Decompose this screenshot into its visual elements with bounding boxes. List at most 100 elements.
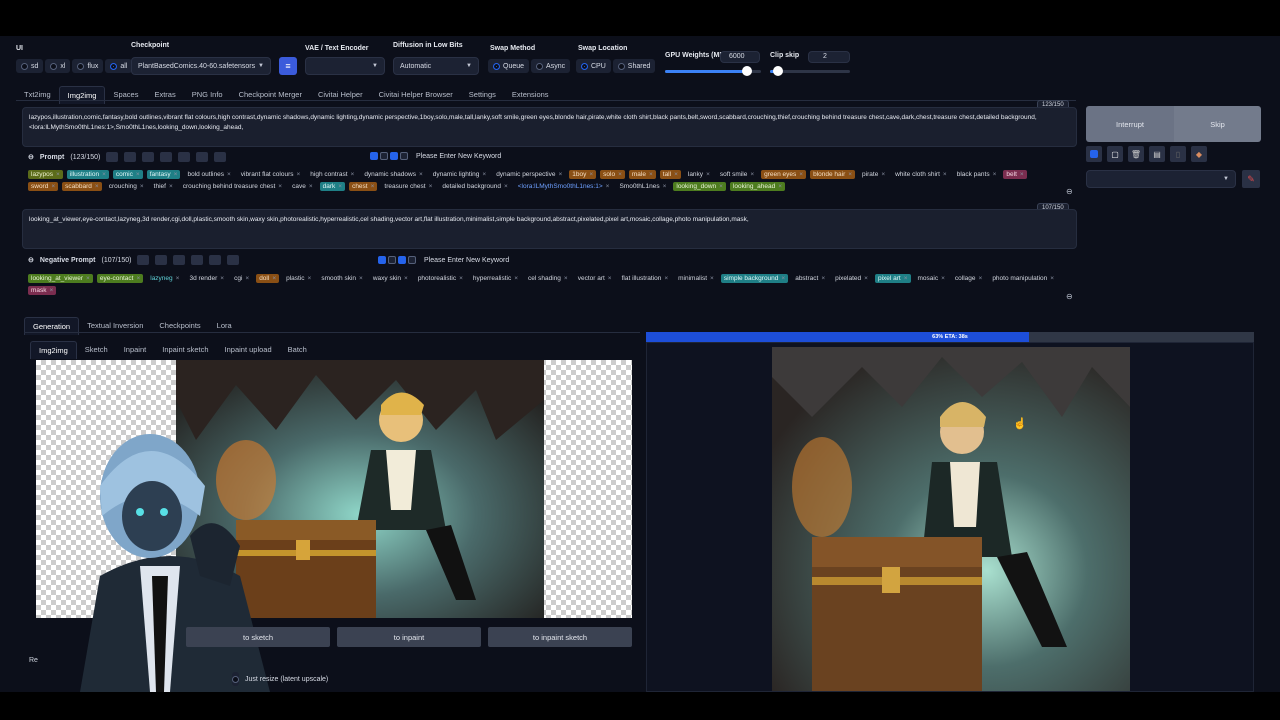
close-icon[interactable]: ×	[136, 171, 140, 178]
keyword-tag[interactable]: black pants ×	[954, 170, 1000, 179]
close-icon[interactable]: ×	[404, 275, 408, 282]
close-icon[interactable]: ×	[95, 183, 99, 190]
slider-knob[interactable]	[773, 66, 783, 76]
close-icon[interactable]: ×	[778, 183, 782, 190]
trash-icon[interactable]	[227, 255, 240, 265]
interrupt-button[interactable]: Interrupt	[1086, 106, 1174, 142]
keyword-tag[interactable]: doll ×	[256, 274, 280, 283]
output-gallery[interactable]: ☝	[646, 342, 1254, 692]
close-icon[interactable]: ×	[351, 171, 355, 178]
close-icon[interactable]: ×	[51, 183, 55, 190]
keyword-tag[interactable]: mask ×	[28, 286, 57, 295]
tab-civitai-helper-browser[interactable]: Civitai Helper Browser	[371, 86, 461, 104]
checkpoint-select[interactable]: PlantBasedComics.40-60.safetensors ▼	[131, 57, 271, 75]
send-to-sketch-button[interactable]: to sketch	[186, 627, 330, 647]
close-icon[interactable]: ×	[618, 171, 622, 178]
swap-location-radio-shared[interactable]: Shared	[612, 59, 656, 73]
close-icon[interactable]: ×	[993, 171, 997, 178]
close-icon[interactable]: ×	[278, 183, 282, 190]
keyword-tag[interactable]: high contrast ×	[307, 170, 357, 179]
close-icon[interactable]: ×	[140, 183, 144, 190]
close-icon[interactable]: ×	[297, 171, 301, 178]
close-icon[interactable]: ×	[674, 171, 678, 178]
tab-extensions[interactable]: Extensions	[504, 86, 557, 104]
close-icon[interactable]: ×	[706, 171, 710, 178]
close-icon[interactable]: ×	[220, 275, 224, 282]
keyword-tag[interactable]: solo ×	[600, 170, 625, 179]
keyword-tag[interactable]: pirate ×	[859, 170, 888, 179]
copy-icon[interactable]	[142, 152, 155, 162]
keyword-tag[interactable]: illustration ×	[66, 170, 109, 179]
close-icon[interactable]: ×	[245, 275, 249, 282]
close-icon[interactable]: ×	[359, 275, 363, 282]
tab-civitai-helper[interactable]: Civitai Helper	[310, 86, 371, 104]
close-icon[interactable]: ×	[227, 171, 231, 178]
keyword-tag[interactable]: scabbard ×	[62, 182, 102, 191]
keyword-tag[interactable]: flat illustration ×	[619, 274, 672, 283]
imgtab-inpaint[interactable]: Inpaint	[116, 341, 155, 359]
gpu-weights-input[interactable]: 6000	[720, 51, 760, 63]
negative-prompt-textarea[interactable]: looking_at_viewer,eye-contact,lazyneg,3d…	[22, 209, 1077, 249]
checkbox-icon[interactable]	[370, 152, 378, 160]
keyword-tag[interactable]: dynamic perspective ×	[493, 170, 565, 179]
close-icon[interactable]: ×	[904, 275, 908, 282]
close-icon[interactable]: ×	[943, 171, 947, 178]
settings-icon[interactable]	[124, 152, 137, 162]
checkbox-icon[interactable]	[398, 256, 406, 264]
checkbox-icon[interactable]	[380, 152, 388, 160]
send-to-inpaint-button[interactable]: to inpaint	[337, 627, 481, 647]
keyword-tag[interactable]: looking_down ×	[673, 182, 726, 191]
trash-icon[interactable]: 🗑	[1128, 146, 1144, 162]
imgtab-batch[interactable]: Batch	[280, 341, 315, 359]
checkbox-icon[interactable]	[390, 152, 398, 160]
send-to-inpaint-sketch-button[interactable]: to inpaint sketch	[488, 627, 632, 647]
keyword-tag[interactable]: male ×	[628, 170, 656, 179]
close-icon[interactable]: ×	[309, 183, 313, 190]
close-icon[interactable]: ×	[86, 275, 90, 282]
keyword-tag[interactable]: <lora:lLMythSmo0thL1nes:1> ×	[515, 182, 613, 191]
history-icon[interactable]	[209, 255, 222, 265]
close-icon[interactable]: ×	[821, 275, 825, 282]
close-icon[interactable]: ×	[608, 275, 612, 282]
prompt-textarea[interactable]: lazypos,illustration,comic,fantasy,bold …	[22, 107, 1077, 147]
ui-radio-all[interactable]: all	[105, 59, 133, 73]
collapse-up-icon[interactable]: ⊖	[1066, 187, 1073, 196]
keyword-tag[interactable]: plastic ×	[283, 274, 314, 283]
keyword-tag[interactable]: simple background ×	[720, 274, 789, 283]
close-icon[interactable]: ×	[710, 275, 714, 282]
diffusion-select[interactable]: Automatic ▼	[393, 57, 479, 75]
keyword-tag[interactable]: dynamic lighting ×	[430, 170, 489, 179]
checkbox-icon[interactable]	[400, 152, 408, 160]
clipboard-icon[interactable]: ▤	[1149, 146, 1165, 162]
keyword-tag[interactable]: cave ×	[289, 182, 316, 191]
square-icon[interactable]: ▢	[1107, 146, 1123, 162]
close-icon[interactable]: ×	[174, 171, 178, 178]
keyword-tag[interactable]: vibrant flat colours ×	[238, 170, 304, 179]
keyword-tag[interactable]: 1boy ×	[569, 170, 597, 179]
close-icon[interactable]: ×	[663, 183, 667, 190]
close-icon[interactable]: ×	[169, 183, 173, 190]
styles-select[interactable]: ▼	[1086, 170, 1236, 188]
keyword-tag[interactable]: dark ×	[319, 182, 346, 191]
close-icon[interactable]: ×	[429, 183, 433, 190]
keyword-tag[interactable]: comic ×	[112, 170, 143, 179]
checkbox-icon[interactable]	[378, 256, 386, 264]
close-icon[interactable]: ×	[1050, 275, 1054, 282]
keyword-tag[interactable]: looking_at_viewer ×	[28, 274, 93, 283]
tab-img2img[interactable]: Img2img	[58, 86, 106, 104]
close-icon[interactable]: ×	[459, 275, 463, 282]
style-icon[interactable]: ▯	[1170, 146, 1186, 162]
keyword-tag[interactable]: treasure chest ×	[381, 182, 435, 191]
trash-icon[interactable]	[196, 152, 209, 162]
keyword-tag[interactable]: sword ×	[28, 182, 59, 191]
keyword-tag[interactable]: detailed background ×	[439, 182, 510, 191]
imgtab-sketch[interactable]: Sketch	[77, 341, 116, 359]
checkbox-icon[interactable]	[388, 256, 396, 264]
checkbox-icon[interactable]	[1086, 146, 1102, 162]
collapse-icon[interactable]: ⊖	[28, 153, 34, 161]
swap-method-radio-async[interactable]: Async	[531, 59, 571, 73]
close-icon[interactable]: ×	[1020, 171, 1024, 178]
resize-option[interactable]: Just resize (latent upscale)	[232, 672, 328, 686]
copy-icon[interactable]	[173, 255, 186, 265]
keyword-tag[interactable]: belt ×	[1003, 170, 1027, 179]
